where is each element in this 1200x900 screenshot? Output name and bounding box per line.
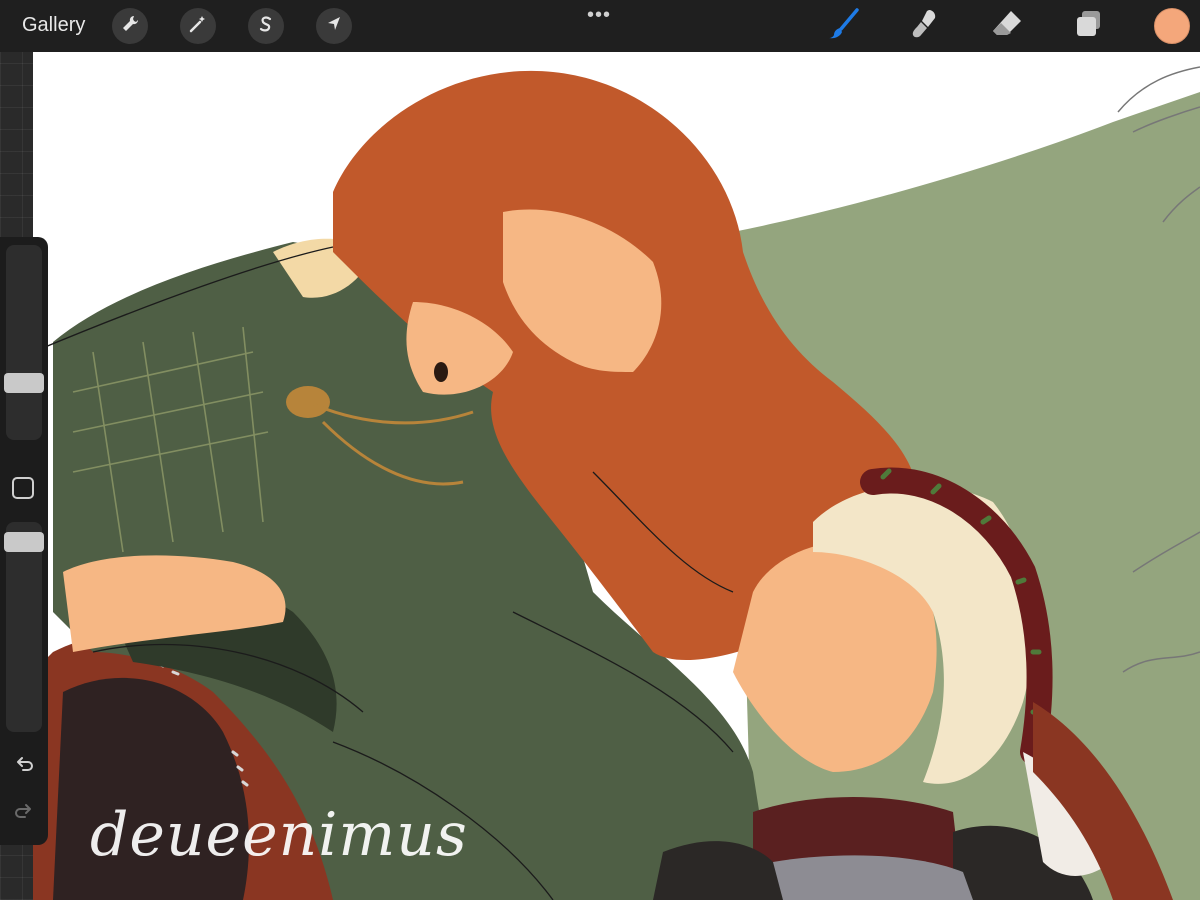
brush-tool-button[interactable] [826,7,862,46]
selection-button[interactable] [248,8,284,44]
magic-wand-icon [188,14,208,39]
eraser-tool-button[interactable] [989,8,1025,44]
artist-signature: deueenimus [90,800,468,870]
arrow-cursor-icon [324,14,344,39]
redo-button[interactable] [10,799,38,827]
undo-button[interactable] [10,752,38,780]
smudge-icon [907,7,941,46]
color-picker-swatch[interactable] [1154,8,1190,44]
undo-arrow-icon [13,753,35,780]
drawing-canvas[interactable] [33,52,1200,900]
actions-button[interactable] [112,8,148,44]
opacity-slider[interactable] [6,522,42,732]
selection-s-icon [256,14,276,39]
eraser-icon [990,7,1024,46]
adjustments-button[interactable] [180,8,216,44]
top-toolbar: Gallery ••• [0,0,1200,52]
left-sidebar [0,237,48,845]
brush-icon [827,7,861,46]
smudge-tool-button[interactable] [906,8,942,44]
modify-button[interactable] [12,477,34,499]
pendant [434,362,448,382]
layers-button[interactable] [1071,8,1107,44]
layers-icon [1072,7,1106,46]
redo-arrow-icon [13,800,35,827]
gallery-button[interactable]: Gallery [22,14,85,37]
artwork [33,52,1200,900]
brush-size-slider[interactable] [6,245,42,440]
transform-button[interactable] [316,8,352,44]
opacity-thumb[interactable] [4,531,44,552]
wrench-icon [120,14,140,39]
more-options-button[interactable]: ••• [587,4,611,27]
brush-size-thumb[interactable] [4,372,44,393]
